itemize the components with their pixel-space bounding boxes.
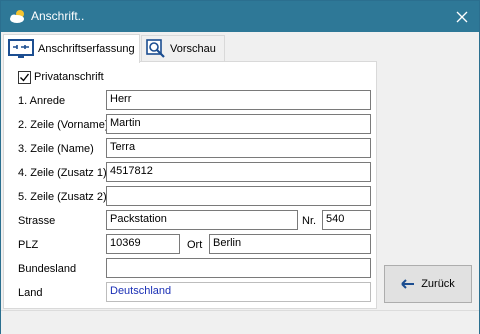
anrede-label: 1. Anrede (18, 95, 66, 107)
privatanschrift-label: Privatanschrift (34, 71, 104, 83)
tab-strip: Anschriftserfassung Vorschau (3, 34, 377, 63)
bundesland-input[interactable] (106, 258, 371, 278)
plz-input[interactable]: 10369 (106, 234, 180, 254)
tab-anschriftserfassung[interactable]: Anschriftserfassung (3, 34, 140, 63)
app-cloud-sun-icon (9, 8, 27, 24)
checkmark-icon (20, 73, 30, 82)
zeile5-label: 5. Zeile (Zusatz 2) (18, 191, 107, 203)
magnifier-icon (146, 39, 166, 59)
tab-label: Vorschau (170, 43, 216, 55)
back-button[interactable]: Zurück (384, 265, 472, 303)
title-bar: Anschrift.. (1, 1, 479, 32)
zusatz1-input[interactable]: 4517812 (106, 162, 371, 182)
anrede-input[interactable]: Herr (106, 90, 371, 110)
close-icon (456, 11, 468, 22)
strasse-input[interactable]: Packstation (106, 210, 298, 230)
privatanschrift-checkbox[interactable] (18, 71, 31, 84)
ort-label: Ort (187, 239, 203, 251)
tab-vorschau[interactable]: Vorschau (141, 35, 225, 62)
zusatz2-input[interactable] (106, 186, 371, 206)
tab-label: Anschriftserfassung (38, 43, 135, 55)
address-card-icon (8, 39, 34, 59)
hausnummer-input[interactable]: 540 (322, 210, 371, 230)
bundesland-label: Bundesland (18, 263, 77, 275)
vorname-input[interactable]: Martin (106, 114, 371, 134)
status-bar (1, 310, 479, 334)
plz-label: PLZ (18, 239, 39, 251)
zeile3-label: 3. Zeile (Name) (18, 143, 94, 155)
zeile4-label: 4. Zeile (Zusatz 1) (18, 167, 107, 179)
name-input[interactable]: Terra (106, 138, 371, 158)
nr-label: Nr. (302, 215, 317, 227)
strasse-label: Strasse (18, 215, 56, 227)
window-title: Anschrift.. (31, 9, 85, 23)
land-label: Land (18, 287, 43, 299)
address-form-panel: Privatanschrift 1. Anrede Herr 2. Zeile … (3, 61, 377, 309)
zeile2-label: 2. Zeile (Vorname) (18, 119, 109, 131)
ort-input[interactable]: Berlin (209, 234, 371, 254)
close-button[interactable] (445, 1, 479, 32)
dialog-window: Anschrift.. Anschriftserfassung Vorschau… (0, 0, 480, 334)
back-button-label: Zurück (421, 278, 455, 290)
arrow-left-icon (401, 279, 415, 289)
land-link[interactable]: Deutschland (106, 282, 371, 302)
